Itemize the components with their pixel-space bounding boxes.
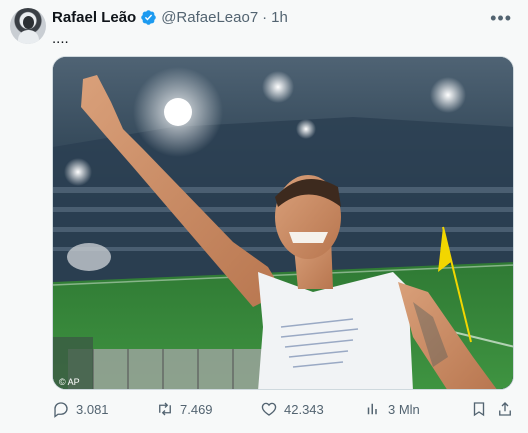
heart-icon [261, 402, 277, 416]
view-count: 3 Mln [388, 401, 420, 417]
flare-smoke [67, 243, 111, 271]
barrier [68, 349, 268, 389]
reply-button[interactable]: 3.081 [52, 400, 109, 418]
floodlight [164, 98, 192, 126]
more-options-icon[interactable]: ••• [490, 8, 512, 29]
avatar-head [23, 16, 34, 29]
tweet-media-photo[interactable]: © AP [52, 56, 514, 390]
header-separator: · [262, 9, 268, 26]
photo-credit: © AP [59, 377, 80, 387]
like-button[interactable]: 42.343 [260, 400, 324, 418]
author-handle[interactable]: @RafaeLeao7 [161, 9, 258, 26]
teeth [289, 232, 328, 243]
bookmark-icon [473, 402, 485, 417]
reply-icon [54, 402, 68, 418]
share-icon [499, 402, 511, 416]
reply-count: 3.081 [76, 401, 109, 417]
post-time[interactable]: 1h [271, 9, 288, 26]
floodlight-small [430, 77, 466, 113]
author-avatar[interactable] [10, 8, 46, 44]
like-count: 42.343 [284, 401, 324, 417]
tweet-actions-bar: 3.081 7.469 42.343 3 Mln [52, 400, 514, 422]
floodlight-small [262, 71, 294, 103]
repost-count: 7.469 [180, 401, 213, 417]
repost-button[interactable]: 7.469 [156, 400, 213, 418]
views-chart-icon [367, 403, 377, 415]
verified-badge-icon [141, 10, 156, 25]
floodlight-small [296, 119, 316, 139]
views-button[interactable]: 3 Mln [364, 400, 420, 418]
floodlight-small [64, 158, 92, 186]
repost-icon [159, 402, 171, 416]
stadium-photo: © AP [53, 57, 513, 389]
bookmark-button[interactable] [470, 400, 488, 418]
tweet-header: Rafael Leão @RafaeLeao7 · 1h [52, 9, 288, 26]
tweet-text: .... [52, 30, 69, 47]
avatar-body [18, 30, 39, 44]
share-button[interactable] [496, 400, 514, 418]
author-name[interactable]: Rafael Leão [52, 9, 136, 26]
